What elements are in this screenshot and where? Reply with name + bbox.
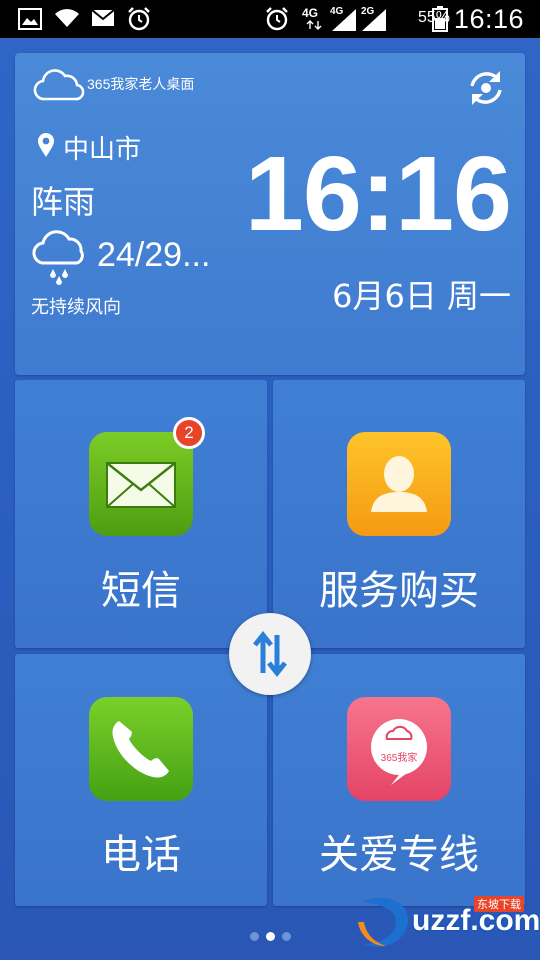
date-weekday: 6月6日 周一: [332, 277, 511, 315]
temperature-range: 24/29...: [97, 236, 211, 274]
gallery-icon: [18, 8, 42, 30]
brand-name: 我家老人桌面: [110, 76, 195, 92]
wifi-icon: [55, 9, 79, 27]
wind-direction: 无持续风向: [31, 297, 121, 318]
watermark-logo-icon: [358, 897, 409, 947]
signal-icon: [332, 9, 356, 31]
weather-condition: 阵雨: [31, 183, 96, 221]
person-icon: [371, 456, 427, 512]
network-type-label: 4G: [302, 6, 319, 20]
alarm-icon: [266, 7, 288, 31]
tile-label-sms: 短信: [101, 568, 181, 614]
brand-title: 365我家老人桌面: [87, 74, 194, 94]
weather-clock-widget[interactable]: 365我家老人桌面 中山市 阵雨 24/29... 无持续风向 16:16 6月…: [15, 53, 525, 375]
signal-icon: [362, 9, 386, 31]
mail-icon: [91, 9, 115, 26]
unread-badge: 2: [173, 417, 205, 449]
page-dot-active[interactable]: [266, 932, 275, 941]
phone-app-icon: [89, 697, 193, 801]
data-arrows-icon: [306, 20, 322, 30]
page-dot[interactable]: [250, 932, 259, 941]
alarm-icon: [128, 7, 150, 31]
envelope-icon: [106, 462, 176, 508]
page-dot[interactable]: [282, 932, 291, 941]
swap-arrows-icon: [253, 630, 287, 678]
rain-cloud-icon: [32, 230, 84, 285]
watermark-subtext: 东坡下载: [474, 896, 524, 912]
location-pin-icon: [38, 133, 54, 157]
care-app-icon: 365我家: [347, 697, 451, 801]
watermark: uzzf.com 东坡下载: [352, 892, 540, 954]
care-icon-text: 365我家: [380, 753, 418, 764]
tile-service-purchase[interactable]: 服务购买: [273, 380, 525, 648]
tile-label-care: 关爱专线: [319, 832, 479, 878]
sms-app-icon: [89, 432, 193, 536]
service-app-icon: [347, 432, 451, 536]
refresh-icon[interactable]: [465, 67, 507, 109]
switch-order-button[interactable]: [229, 613, 311, 695]
city-name: 中山市: [63, 135, 142, 165]
tile-label-service: 服务购买: [319, 568, 479, 614]
status-bar: 4G 4G 2G 55% 16:16: [0, 0, 540, 38]
tile-label-phone: 电话: [101, 832, 181, 878]
tile-sms[interactable]: 2 短信: [15, 380, 267, 648]
brand-number: 365: [87, 76, 111, 92]
cloud-logo-icon: [33, 69, 85, 101]
phone-handset-icon: [112, 721, 169, 778]
status-time: 16:16: [453, 4, 524, 34]
battery-icon: [432, 6, 448, 32]
clock-time[interactable]: 16:16: [245, 141, 512, 247]
